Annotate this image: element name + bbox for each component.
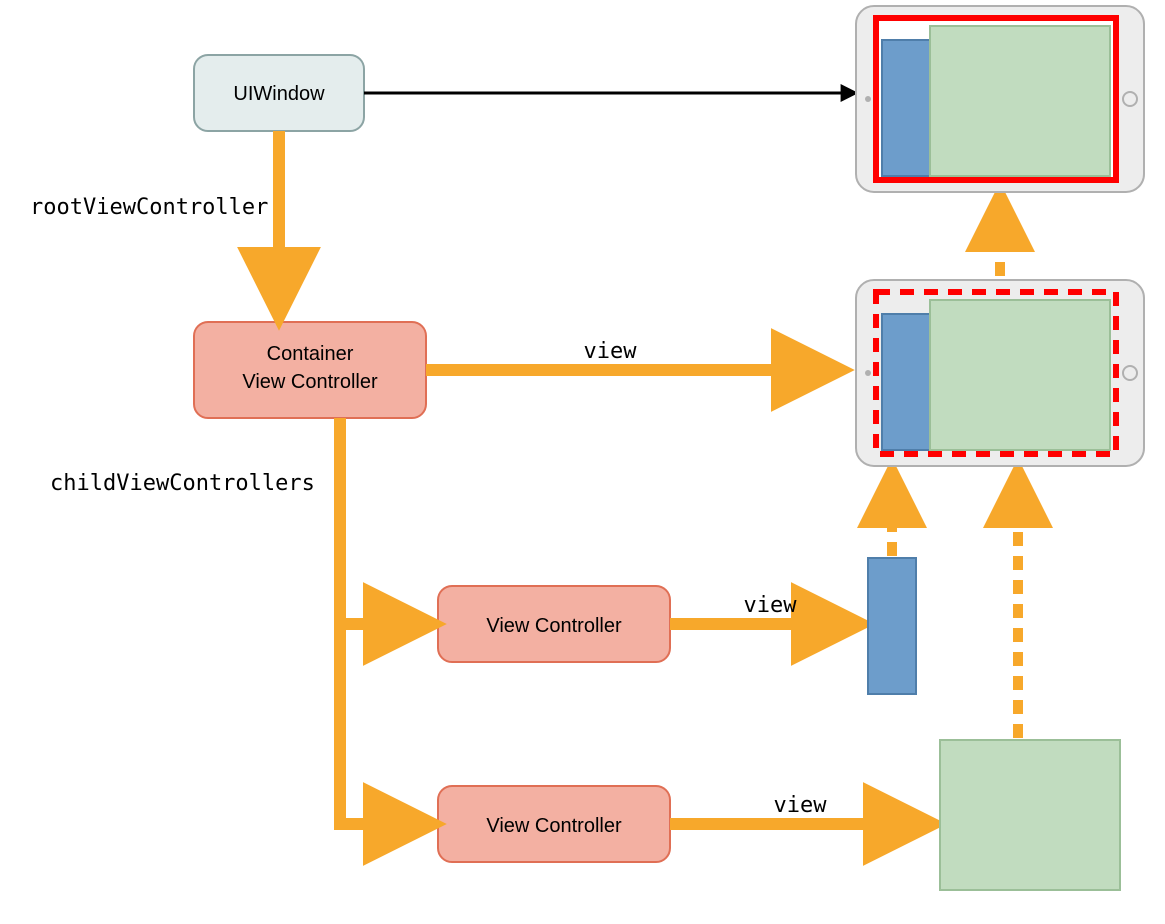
container-node: Container View Controller [194,322,426,418]
child-view-blue [868,558,916,694]
device-middle [856,280,1144,466]
label-view3: view [774,793,828,818]
label-rootviewcontroller: rootViewController [30,195,268,220]
child-view-green [940,740,1120,890]
vc2-label: View Controller [486,815,622,837]
vc1-node: View Controller [438,586,670,662]
vc1-label: View Controller [486,615,622,637]
label-view2: view [744,593,798,618]
uiwindow-label: UIWindow [233,83,325,105]
device-top [856,6,1144,192]
container-label-line2: View Controller [242,371,378,393]
uiwindow-node: UIWindow [194,55,364,131]
container-label-line1: Container [267,343,354,365]
label-view1: view [584,339,638,364]
label-childviewcontrollers: childViewControllers [50,471,315,496]
vc2-node: View Controller [438,786,670,862]
